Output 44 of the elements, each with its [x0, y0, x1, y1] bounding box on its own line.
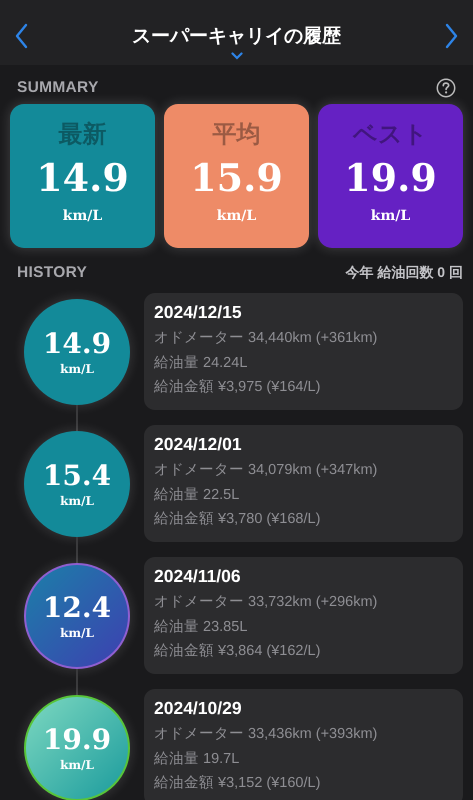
mileage-value: 19.9 [344, 156, 437, 200]
unit-label: km/L [216, 208, 256, 224]
fuel-cost: 給油金額 ¥3,780 (¥168/L) [154, 510, 322, 529]
entry-date: 2024/10/29 [154, 697, 243, 719]
unit-label: km/L [60, 362, 94, 376]
mileage-value: 19.9 [42, 724, 112, 756]
odometer-reading: オドメーター 33,436km (+393km) [154, 725, 378, 744]
fuel-cost: 給油金額 ¥3,152 (¥160/L) [154, 774, 322, 793]
section-heading: HISTORY [17, 264, 88, 282]
odometer-reading: オドメーター 33,732km (+296km) [154, 593, 378, 612]
section-heading: SUMMARY [17, 79, 99, 97]
unit-label: km/L [60, 758, 94, 772]
help-icon[interactable] [436, 78, 456, 98]
history-card[interactable]: 2024/12/15 オドメーター 34,440km (+361km) 給油量 24.24L 給油金額 ¥3,975 (¥164/L) [144, 293, 463, 410]
history-card[interactable]: 2024/11/06 オドメーター 33,732km (+296km) 給油量 23.85L 給油金額 ¥3,864 (¥162/L) [144, 557, 463, 674]
entry-date: 2024/12/15 [154, 301, 243, 323]
mileage-value: 14.9 [42, 328, 112, 360]
unit-label: km/L [60, 494, 94, 508]
history-card[interactable]: 2024/12/01 オドメーター 34,079km (+347km) 給油量 22.5L 給油金額 ¥3,780 (¥168/L) [144, 425, 463, 542]
fuel-cost: 給油金額 ¥3,864 (¥162/L) [154, 642, 322, 661]
unit-label: km/L [370, 208, 410, 224]
back-chevron-icon[interactable] [14, 23, 30, 49]
odometer-reading: オドメーター 34,440km (+361km) [154, 329, 378, 348]
card-label: ベスト [353, 120, 428, 150]
entry-date: 2024/12/01 [154, 433, 243, 455]
forward-chevron-icon[interactable] [443, 23, 459, 49]
entry-date: 2024/11/06 [154, 565, 242, 587]
mileage-value: 14.9 [36, 156, 129, 200]
mileage-value: 12.4 [42, 592, 112, 624]
card-label: 平均 [212, 120, 260, 150]
fuel-amount: 給油量 22.5L [154, 486, 240, 504]
mileage-value: 15.9 [190, 156, 283, 200]
fuel-amount: 給油量 19.7L [154, 750, 240, 768]
unit-label: km/L [60, 626, 94, 640]
fuel-amount: 給油量 24.24L [154, 354, 248, 372]
dropdown-chevron-icon[interactable] [230, 52, 242, 60]
refuel-count: 今年 給油回数 0 回 [346, 264, 463, 282]
fuel-amount: 給油量 23.85L [154, 618, 248, 636]
fuel-cost: 給油金額 ¥3,975 (¥164/L) [154, 378, 322, 397]
history-card[interactable]: 2024/10/29 オドメーター 33,436km (+393km) 給油量 19.7L 給油金額 ¥3,152 (¥160/L) [144, 689, 463, 800]
odometer-reading: オドメーター 34,079km (+347km) [154, 461, 378, 480]
unit-label: km/L [62, 208, 102, 224]
mileage-value: 15.4 [42, 460, 112, 492]
window-title: スーパーキャリイの履歴 [132, 25, 341, 49]
